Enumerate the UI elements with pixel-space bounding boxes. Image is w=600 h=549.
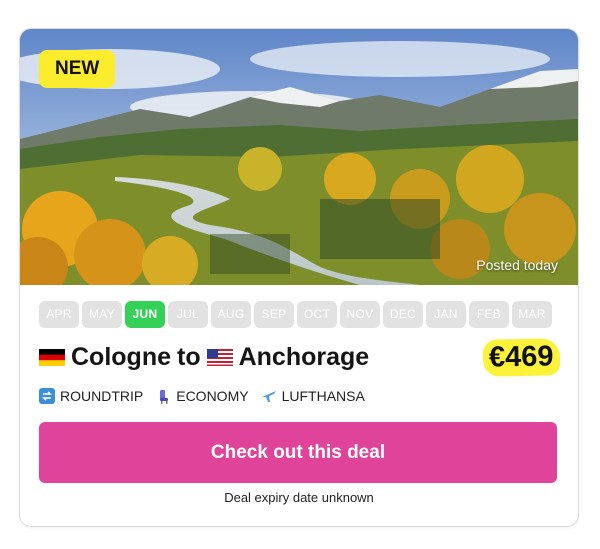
airplane-icon [261,391,276,402]
cabin-label: ECONOMY [176,388,249,404]
month-chip-jul[interactable]: JUL [168,301,208,328]
month-chip-aug[interactable]: AUG [211,301,251,328]
airline: LUFTHANSA [261,388,365,404]
expiry-note: Deal expiry date unknown [224,490,374,505]
usa-flag-icon [206,349,233,366]
route-title: Cologne to Anchorage [39,343,369,372]
seat-icon [160,390,169,404]
trip-type: ROUNDTRIP [39,388,143,404]
month-chip-mar[interactable]: MAR [512,301,552,328]
new-badge: NEW [39,50,116,88]
repeat-icon [39,388,55,404]
origin-city: Cologne [71,343,171,371]
germany-flag-icon [39,349,65,366]
destination-city: Anchorage [238,343,370,371]
hero-image[interactable]: NEW Posted today [20,29,578,285]
month-chip-apr[interactable]: APR [39,301,79,328]
month-chip-nov[interactable]: NOV [340,301,380,328]
price-tag: €469 [483,338,561,377]
month-chip-jun[interactable]: JUN [125,301,165,328]
posted-label: Posted today [476,257,558,273]
month-chip-jan[interactable]: JAN [426,301,466,328]
route-connector: to [177,343,201,371]
month-chip-feb[interactable]: FEB [469,301,509,328]
month-selector: APR MAY JUN JUL AUG SEP OCT NOV DEC JAN … [39,301,552,328]
check-deal-button[interactable]: Check out this deal [39,422,557,483]
month-chip-sep[interactable]: SEP [254,301,294,328]
month-chip-may[interactable]: MAY [82,301,122,328]
deal-card[interactable]: NEW Posted today APR MAY JUN JUL AUG SEP… [19,28,579,527]
cabin-class: ECONOMY [155,388,249,404]
trip-type-label: ROUNDTRIP [60,388,144,404]
airline-label: LUFTHANSA [281,388,365,404]
month-chip-dec[interactable]: DEC [383,301,423,328]
trip-meta: ROUNDTRIP ECONOMY LUFTHANSA [39,388,365,404]
month-chip-oct[interactable]: OCT [297,301,337,328]
